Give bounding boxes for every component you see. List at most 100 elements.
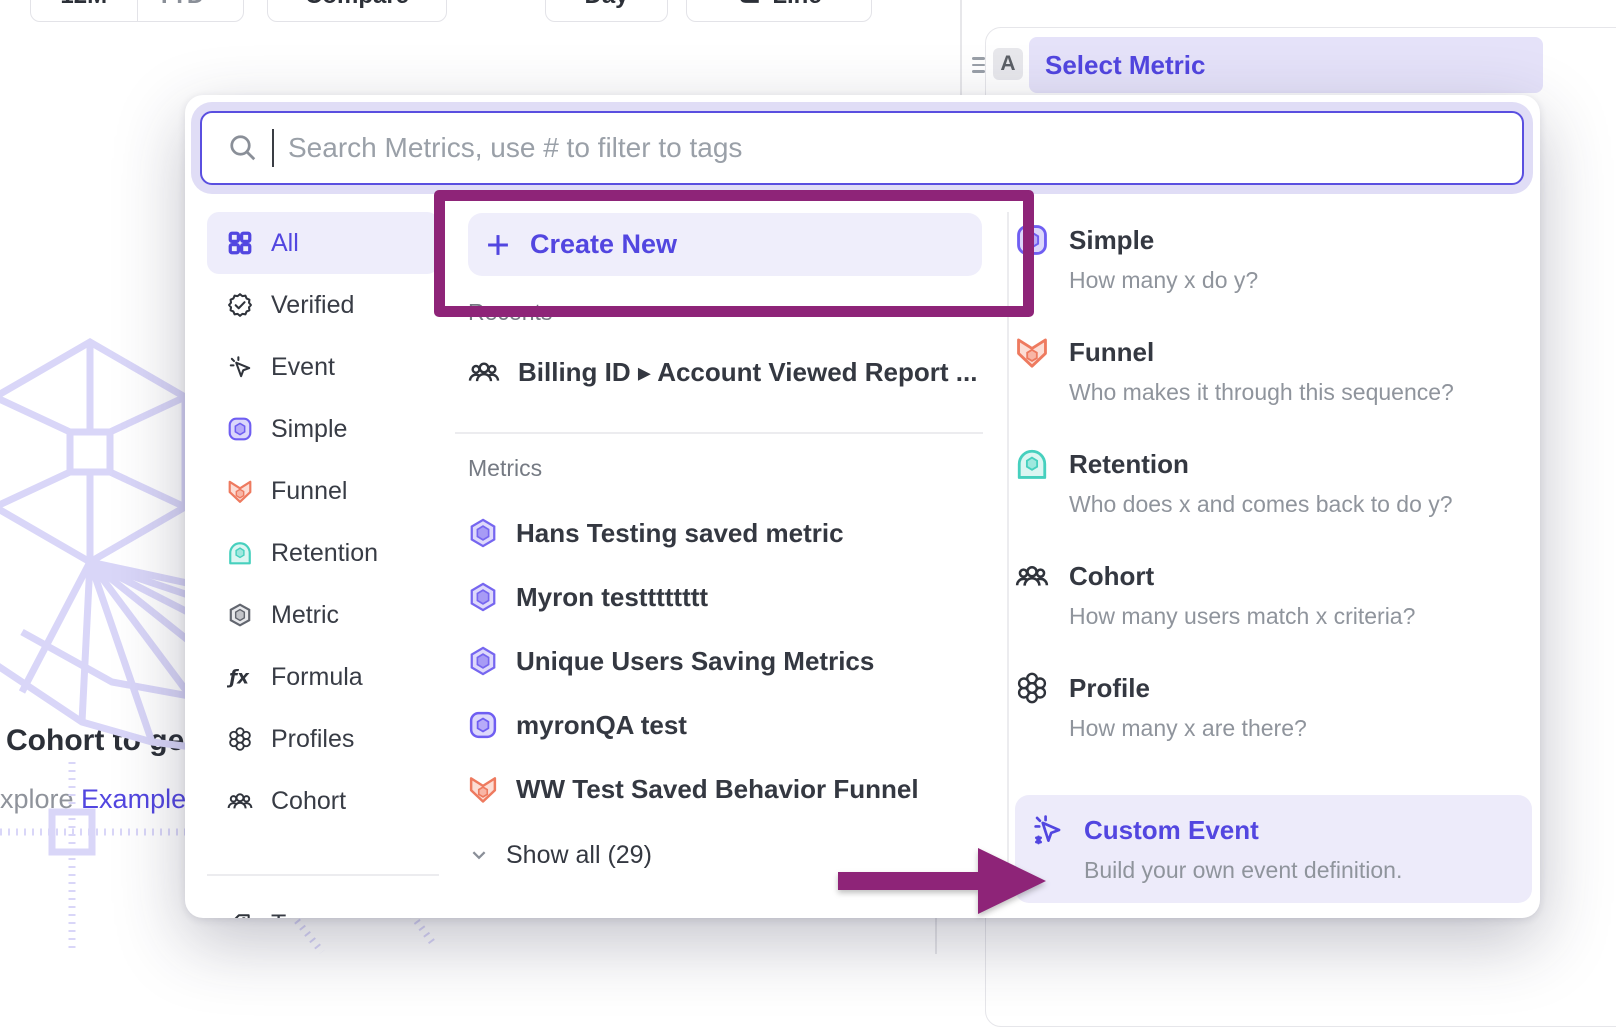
line-chart-icon [736,0,762,9]
funnel-icon [1015,335,1049,369]
funnel-icon [227,478,253,504]
type-desc: How many x do y? [1069,267,1532,294]
search-input[interactable]: Search Metrics, use # to filter to tags [200,111,1524,185]
verified-badge-icon [227,292,253,318]
sidebar-item-formula[interactable]: ƒx Formula [207,646,439,708]
show-all-label: Show all (29) [506,841,652,870]
metric-item-label: Hans Testing saved metric [516,518,844,549]
sidebar-item-tags-partial[interactable]: T [207,894,439,919]
cohort-people-icon [227,788,253,814]
search-placeholder: Search Metrics, use # to filter to tags [288,132,742,164]
simple-metric-icon [468,710,498,740]
type-option-funnel[interactable]: Funnel Who makes it through this sequenc… [1015,335,1532,406]
type-option-custom-event[interactable]: Custom Event Build your own event defini… [1015,795,1532,903]
sidebar-item-verified[interactable]: Verified [207,274,439,336]
cohort-people-icon [468,356,500,388]
simple-metric-icon [227,416,253,442]
type-title: Simple [1069,225,1154,256]
sidebar-item-cohort[interactable]: Cohort [207,770,439,832]
metric-hexagon-icon [227,602,253,628]
metric-list-item[interactable]: WW Test Saved Behavior Funnel [468,757,996,821]
page-vertical-divider-top [960,0,962,95]
type-option-cohort[interactable]: Cohort How many users match x criteria? [1015,559,1532,630]
type-desc: How many x are there? [1069,715,1532,742]
compare-button[interactable]: Compare [267,0,447,22]
metric-list-item[interactable]: myronQA test [468,693,996,757]
type-title: Funnel [1069,337,1154,368]
type-desc: Who does x and comes back to do y? [1069,491,1532,518]
sidebar-item-retention[interactable]: Retention [207,522,439,584]
sidebar-label: Profiles [271,725,354,754]
chevron-down-icon [470,846,488,864]
type-desc: How many users match x criteria? [1069,603,1532,630]
funnel-icon [468,774,498,804]
type-option-simple[interactable]: Simple How many x do y? [1015,223,1532,294]
type-title: Profile [1069,673,1150,704]
middle-divider [455,432,983,434]
formula-fx-icon: ƒx [227,664,253,690]
day-granularity-button[interactable]: Day [545,0,668,22]
sidebar-label: Funnel [271,477,347,506]
type-option-retention[interactable]: Retention Who does x and comes back to d… [1015,447,1532,518]
range-12m-button[interactable]: 12M [31,0,137,21]
saved-metric-hexagon-icon [468,518,498,548]
select-metric-label: Select Metric [1045,50,1205,81]
search-icon [228,133,258,163]
saved-metric-hexagon-icon [468,582,498,612]
sidebar-label: Verified [271,291,354,320]
saved-metric-hexagon-icon [468,646,498,676]
sidebar-label: Retention [271,539,378,568]
metric-item-label: Myron testttttttt [516,582,708,613]
drag-handle-icon[interactable] [972,57,985,73]
series-a-badge: A [993,48,1023,80]
metric-list-item[interactable]: Unique Users Saving Metrics [468,629,996,693]
svg-text:ƒx: ƒx [227,668,250,689]
compare-label: Compare [305,0,409,10]
range-ytd-button[interactable]: YTD [137,0,244,21]
line-chart-type-button[interactable]: Line [686,0,872,22]
series-a-label: A [1000,52,1015,76]
recent-item-row[interactable]: Billing ID ▸ Account Viewed Report ... [468,340,996,404]
range-ytd-label: YTD [156,0,204,10]
select-metric-field[interactable]: Select Metric [1029,37,1543,93]
sidebar-item-funnel[interactable]: Funnel [207,460,439,522]
sidebar-label: Cohort [271,787,346,816]
sidebar-divider [207,874,439,876]
custom-event-cursor-icon [1030,813,1064,847]
sidebar-label: All [271,229,299,258]
date-range-segmented: 12M YTD [30,0,244,22]
sidebar-label: Formula [271,663,363,692]
type-option-profile[interactable]: Profile How many x are there? [1015,671,1532,742]
sidebar-item-profiles[interactable]: Profiles [207,708,439,770]
sidebar-item-metric[interactable]: Metric [207,584,439,646]
metric-list-item[interactable]: Myron testttttttt [468,565,996,629]
category-sidebar: All Verified Event Simple Funnel Retenti… [207,212,439,918]
annotation-arrow [838,843,1046,919]
profiles-cluster-icon [227,726,253,752]
sidebar-label: Event [271,353,335,382]
line-label: Line [772,0,821,10]
cohort-people-icon [1015,559,1049,593]
event-cursor-icon [227,354,253,380]
recent-item-label: Billing ID ▸ Account Viewed Report ... [518,357,977,388]
metrics-section-label: Metrics [468,455,542,482]
profiles-cluster-icon [1015,671,1049,705]
show-all-toggle[interactable]: Show all (29) [470,835,870,875]
annotation-highlight-box [434,190,1034,317]
sidebar-item-simple[interactable]: Simple [207,398,439,460]
day-label: Day [584,0,628,10]
metric-item-label: myronQA test [516,710,687,741]
sidebar-label: T [271,910,286,918]
sidebar-item-event[interactable]: Event [207,336,439,398]
sidebar-item-all[interactable]: All [207,212,439,274]
type-title: Custom Event [1084,815,1259,846]
type-title: Cohort [1069,561,1154,592]
type-desc: Who makes it through this sequence? [1069,379,1532,406]
range-12m-label: 12M [60,0,107,10]
type-desc: Build your own event definition. [1084,857,1532,884]
metric-item-label: Unique Users Saving Metrics [516,646,874,677]
sidebar-label: Simple [271,415,347,444]
tag-icon [227,912,253,919]
metric-list-item[interactable]: Hans Testing saved metric [468,501,996,565]
sidebar-label: Metric [271,601,339,630]
